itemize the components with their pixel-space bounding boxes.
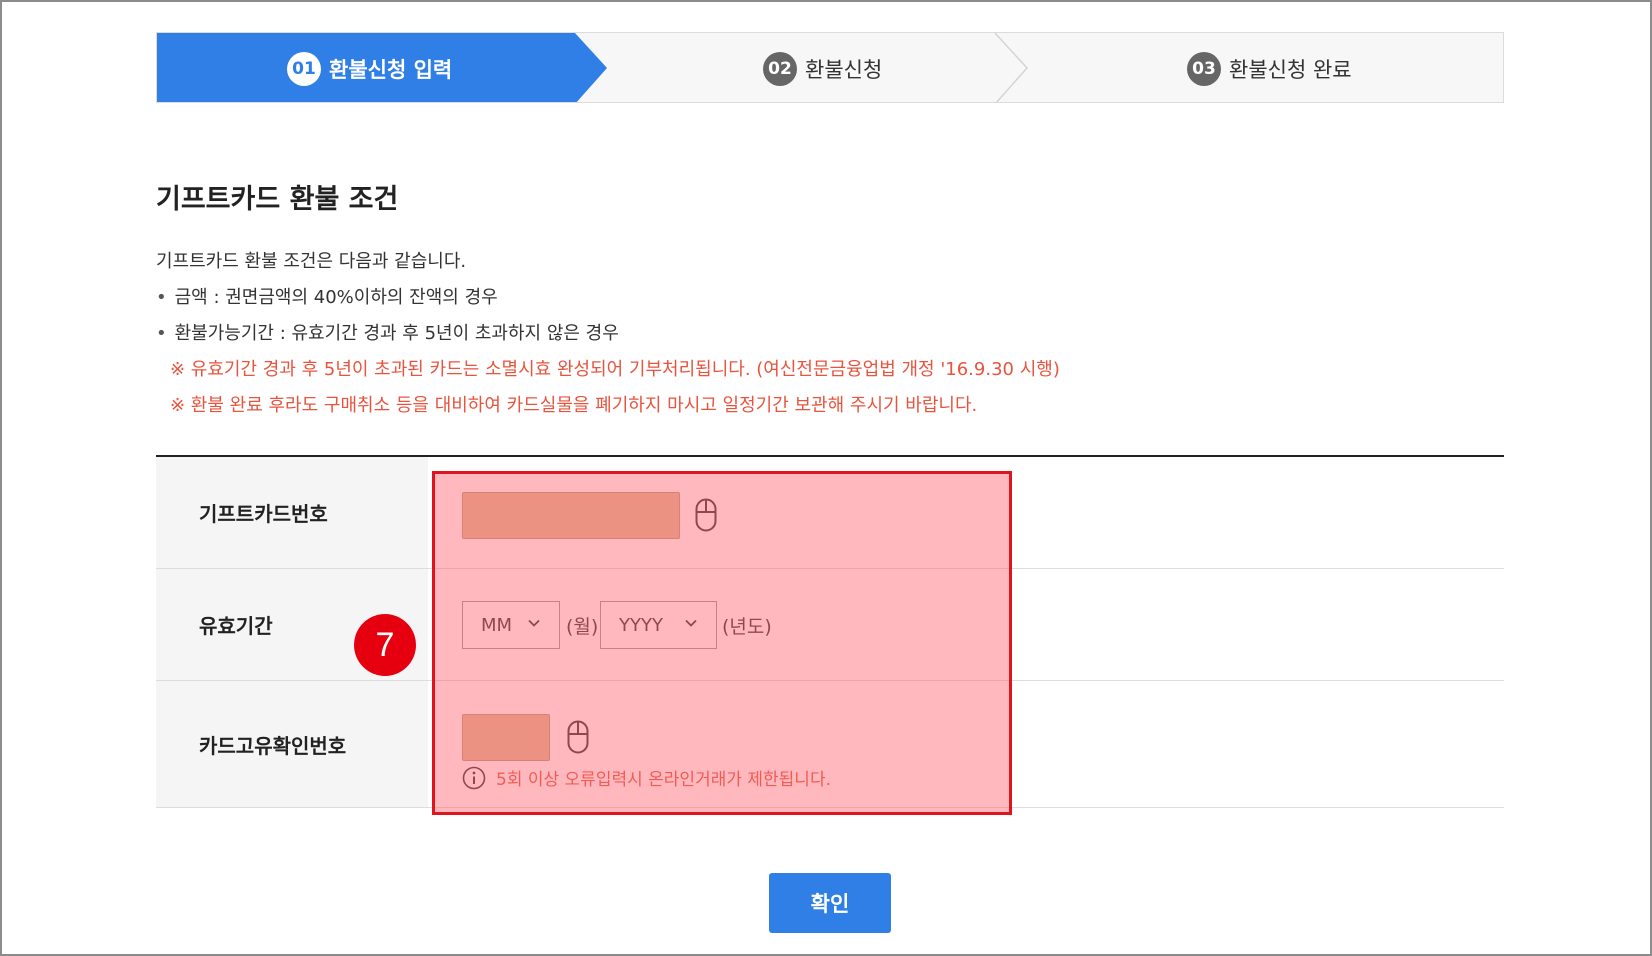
note-keep-card: ※ 환불 완료 후라도 구매취소 등을 대비하여 카드실물을 폐기하지 마시고 … bbox=[170, 395, 978, 416]
step-2-number: 02 bbox=[763, 51, 797, 86]
confirm-button[interactable]: 확인 bbox=[769, 873, 891, 933]
highlight-box bbox=[432, 471, 1012, 815]
progress-steps: 01 환불신청 입력 02 환불신청 03 환불신청 완료 bbox=[156, 32, 1504, 103]
step-1-number: 01 bbox=[287, 51, 321, 86]
condition-amount: 금액 : 권면금액의 40%이하의 잔액의 경우 bbox=[156, 280, 1060, 316]
condition-period: 환불가능기간 : 유효기간 경과 후 5년이 초과하지 않은 경우 bbox=[156, 316, 1060, 352]
step-3: 03 환불신청 완료 bbox=[1187, 33, 1352, 102]
step-2: 02 환불신청 bbox=[763, 33, 883, 102]
section-title: 기프트카드 환불 조건 bbox=[156, 184, 399, 215]
card-number-label: 기프트카드번호 bbox=[156, 457, 428, 568]
conditions-intro: 기프트카드 환불 조건은 다음과 같습니다. bbox=[156, 251, 467, 272]
verify-number-label: 카드고유확인번호 bbox=[156, 681, 428, 807]
note-expiry: ※ 유효기간 경과 후 5년이 초과된 카드는 소멸시효 완성되어 기부처리됩니… bbox=[170, 359, 1060, 380]
step-1: 01 환불신청 입력 bbox=[287, 33, 453, 102]
step-1-label: 환불신청 입력 bbox=[329, 57, 453, 82]
step-2-label: 환불신청 bbox=[805, 57, 883, 82]
step-3-number: 03 bbox=[1187, 51, 1221, 86]
step-3-label: 환불신청 완료 bbox=[1229, 57, 1352, 82]
refund-conditions: 기프트카드 환불 조건은 다음과 같습니다. 금액 : 권면금액의 40%이하의… bbox=[156, 244, 1060, 424]
step-marker: 7 bbox=[354, 614, 416, 676]
